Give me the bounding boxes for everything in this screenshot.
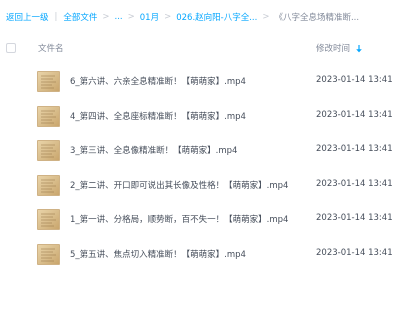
file-row[interactable]: 5_第五讲、焦点切入精准断！【萌萌家】.mp4 2023-01-14 13:41	[0, 237, 405, 272]
select-all-checkbox[interactable]	[6, 43, 16, 53]
video-thumbnail-icon	[37, 209, 60, 230]
breadcrumb-item-month[interactable]: 01月	[140, 11, 159, 23]
file-row[interactable]: 6_第六讲、六亲全息精准断！【萌萌家】.mp4 2023-01-14 13:41	[0, 64, 405, 99]
video-thumbnail-icon	[37, 71, 60, 92]
file-modified-time: 2023-01-14 13:41	[316, 109, 393, 120]
breadcrumb-item-all-files[interactable]: 全部文件	[63, 11, 97, 23]
breadcrumb-separator: >	[164, 12, 172, 22]
file-modified-time: 2023-01-14 13:41	[316, 178, 393, 189]
file-row[interactable]: 3_第三讲、全息像精准断！【萌萌家】.mp4 2023-01-14 13:41	[0, 133, 405, 168]
file-modified-time: 2023-01-14 13:41	[316, 144, 393, 154]
file-row[interactable]: 2_第二讲、开口即可说出其长像及性格！【萌萌家】.mp4 2023-01-14 …	[0, 168, 405, 203]
file-browser: 返回上一级 | 全部文件 > ... > 01月 > 026.赵向阳-八字全..…	[0, 0, 405, 310]
video-thumbnail-icon	[37, 140, 60, 161]
file-modified-time: 2023-01-14 13:41	[316, 247, 393, 258]
video-thumbnail-icon	[37, 105, 60, 127]
column-header-modified[interactable]: 修改时间	[316, 42, 350, 54]
file-modified-time: 2023-01-14 13:41	[316, 213, 393, 223]
breadcrumb-separator: >	[102, 12, 110, 22]
column-header-name[interactable]: 文件名	[38, 42, 64, 54]
breadcrumb-item-ellipsis[interactable]: ...	[115, 12, 123, 22]
breadcrumb-item-folder[interactable]: 026.赵向阳-八字全...	[176, 11, 257, 23]
video-thumbnail-icon	[37, 243, 60, 265]
back-link[interactable]: 返回上一级	[6, 11, 49, 23]
list-header: 文件名 修改时间	[0, 34, 405, 62]
video-thumbnail-icon	[37, 174, 60, 196]
breadcrumb-divider: |	[54, 12, 58, 22]
breadcrumb-separator: >	[127, 12, 135, 22]
breadcrumb-separator: >	[262, 12, 270, 22]
file-name[interactable]: 5_第五讲、焦点切入精准断！【萌萌家】.mp4	[70, 248, 246, 260]
file-name[interactable]: 4_第四讲、全息座标精准断！【萌萌家】.mp4	[70, 110, 246, 122]
file-name[interactable]: 1_第一讲、分格局，顺势断，百不失一！【萌萌家】.mp4	[70, 213, 288, 225]
file-row[interactable]: 1_第一讲、分格局，顺势断，百不失一！【萌萌家】.mp4 2023-01-14 …	[0, 202, 405, 237]
breadcrumb-current: 《八字全息场精准断...	[274, 13, 360, 23]
sort-descending-icon[interactable]	[355, 44, 363, 54]
file-list: 6_第六讲、六亲全息精准断！【萌萌家】.mp4 2023-01-14 13:41…	[0, 64, 405, 271]
breadcrumb: 返回上一级 | 全部文件 > ... > 01月 > 026.赵向阳-八字全..…	[0, 0, 405, 34]
file-name[interactable]: 2_第二讲、开口即可说出其长像及性格！【萌萌家】.mp4	[70, 179, 288, 191]
file-modified-time: 2023-01-14 13:41	[316, 75, 393, 85]
file-name[interactable]: 3_第三讲、全息像精准断！【萌萌家】.mp4	[70, 144, 237, 156]
file-row[interactable]: 4_第四讲、全息座标精准断！【萌萌家】.mp4 2023-01-14 13:41	[0, 99, 405, 134]
file-name[interactable]: 6_第六讲、六亲全息精准断！【萌萌家】.mp4	[70, 75, 246, 87]
